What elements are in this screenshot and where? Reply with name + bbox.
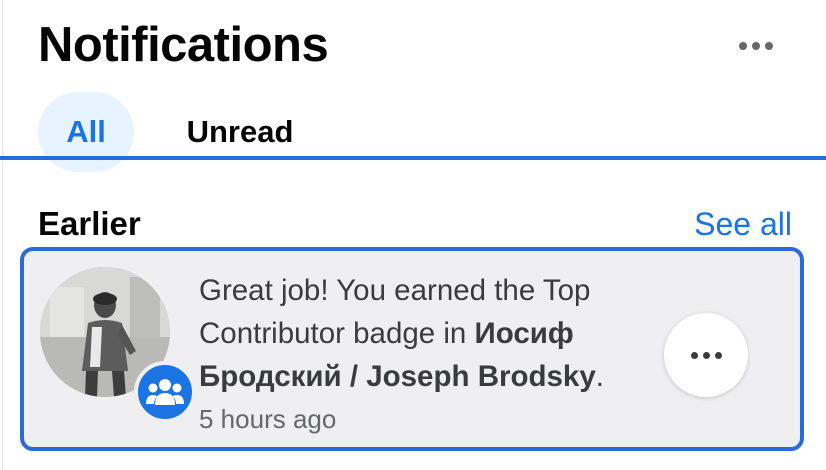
group-icon xyxy=(146,379,184,405)
see-all-link[interactable]: See all xyxy=(694,204,792,244)
page-title: Notifications xyxy=(38,18,329,72)
group-badge xyxy=(134,361,196,423)
notifications-page: Notifications All Unread Earlier See all xyxy=(0,0,826,470)
more-horizontal-icon xyxy=(690,351,722,359)
tab-all[interactable]: All xyxy=(38,92,134,172)
tab-underline xyxy=(0,156,826,160)
notification-options-button[interactable] xyxy=(664,313,748,397)
divider xyxy=(2,0,3,470)
section-title: Earlier xyxy=(38,205,141,242)
avatar xyxy=(40,267,196,423)
more-options-button[interactable] xyxy=(728,30,784,62)
notification-item[interactable]: Great job! You earned the Top Contributo… xyxy=(20,247,804,451)
notification-text: Great job! You earned the Top Contributo… xyxy=(199,269,669,398)
more-horizontal-icon xyxy=(739,42,773,50)
notification-time: 5 hours ago xyxy=(199,404,337,434)
tab-unread[interactable]: Unread xyxy=(172,92,308,172)
notification-text-end: . xyxy=(595,360,604,393)
